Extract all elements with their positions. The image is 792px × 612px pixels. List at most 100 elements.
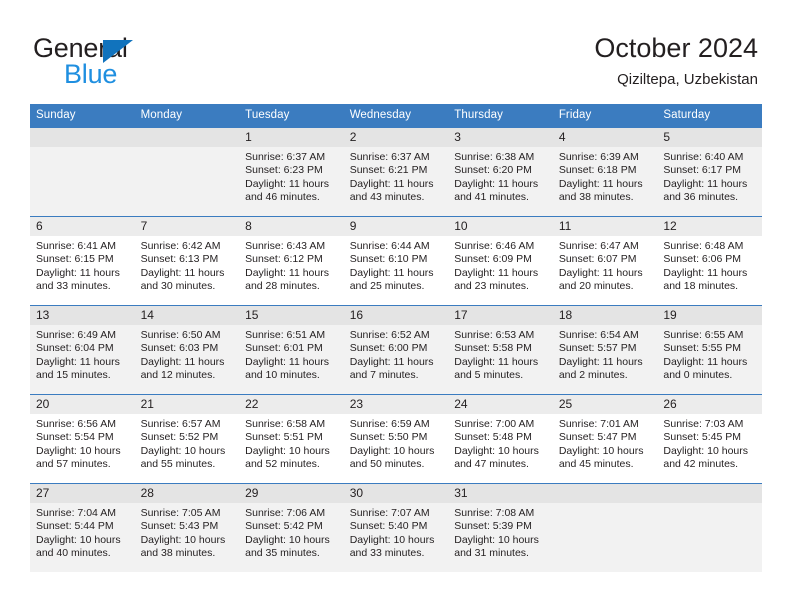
day-number: 5 (657, 128, 762, 147)
calendar-day-cell[interactable]: 22 Sunrise: 6:58 AM Sunset: 5:51 PM Dayli… (239, 394, 344, 484)
day-number: 3 (448, 128, 553, 147)
day-number: 22 (239, 395, 344, 414)
day-number (134, 128, 240, 147)
calendar-day-cell[interactable]: 18 Sunrise: 6:54 AM Sunset: 5:57 PM Dayli… (552, 305, 658, 395)
calendar-day-cell[interactable]: 19 Sunrise: 6:55 AM Sunset: 5:55 PM Dayli… (657, 305, 762, 395)
calendar-day-cell[interactable]: 14 Sunrise: 6:50 AM Sunset: 6:03 PM Dayli… (134, 305, 240, 395)
calendar-day-cell[interactable]: 25 Sunrise: 7:01 AM Sunset: 5:47 PM Dayli… (552, 394, 658, 484)
day-sun-info: Sunrise: 7:05 AM Sunset: 5:43 PM Dayligh… (140, 507, 226, 560)
weekday-header-friday: Friday (552, 104, 658, 128)
day-number: 17 (448, 306, 553, 325)
calendar-day-cell[interactable]: 30 Sunrise: 7:07 AM Sunset: 5:40 PM Dayli… (343, 483, 449, 572)
calendar-day-cell[interactable]: 8 Sunrise: 6:43 AM Sunset: 6:12 PM Daylig… (239, 216, 344, 306)
calendar-empty-cell (134, 127, 240, 217)
day-sun-info: Sunrise: 6:38 AM Sunset: 6:20 PM Dayligh… (454, 151, 539, 204)
day-sun-info: Sunrise: 6:37 AM Sunset: 6:23 PM Dayligh… (245, 151, 329, 204)
day-number: 10 (448, 217, 553, 236)
day-sun-info (553, 503, 658, 507)
page-header: General Blue October 2024 Qiziltepa, Uzb… (0, 0, 792, 103)
day-number: 24 (448, 395, 553, 414)
day-number: 1 (239, 128, 344, 147)
day-number: 21 (134, 395, 240, 414)
brand-name-blue: Blue (64, 59, 118, 89)
calendar-day-cell[interactable]: 29 Sunrise: 7:06 AM Sunset: 5:42 PM Dayli… (239, 483, 344, 572)
calendar-day-cell[interactable]: 26 Sunrise: 7:03 AM Sunset: 5:45 PM Dayli… (657, 394, 762, 484)
calendar-day-cell[interactable]: 24 Sunrise: 7:00 AM Sunset: 5:48 PM Dayli… (448, 394, 553, 484)
day-number: 29 (239, 484, 344, 503)
day-number: 28 (134, 484, 240, 503)
day-sun-info: Sunrise: 6:52 AM Sunset: 6:00 PM Dayligh… (349, 329, 434, 382)
day-sun-info (657, 503, 762, 507)
title-block: October 2024 Qiziltepa, Uzbekistan (594, 32, 758, 90)
calendar-week-row: 13 Sunrise: 6:49 AM Sunset: 6:04 PM Dayli… (30, 305, 762, 395)
page-title: October 2024 (594, 33, 758, 63)
day-number: 25 (552, 395, 658, 414)
brand-logo[interactable]: General Blue (33, 33, 253, 91)
calendar-grid: Sunday Monday Tuesday Wednesday Thursday… (30, 104, 762, 572)
calendar-week-row: 27 Sunrise: 7:04 AM Sunset: 5:44 PM Dayli… (30, 483, 762, 572)
day-sun-info: Sunrise: 6:58 AM Sunset: 5:51 PM Dayligh… (245, 418, 330, 471)
day-number: 13 (30, 306, 135, 325)
day-sun-info: Sunrise: 6:48 AM Sunset: 6:06 PM Dayligh… (663, 240, 748, 293)
day-sun-info: Sunrise: 6:49 AM Sunset: 6:04 PM Dayligh… (36, 329, 120, 382)
day-number: 11 (552, 217, 658, 236)
calendar-day-cell[interactable]: 31 Sunrise: 7:08 AM Sunset: 5:39 PM Dayli… (448, 483, 553, 572)
calendar-day-cell[interactable]: 6 Sunrise: 6:41 AM Sunset: 6:15 PM Daylig… (30, 216, 135, 306)
weekday-header-monday: Monday (134, 104, 240, 128)
day-sun-info: Sunrise: 7:03 AM Sunset: 5:45 PM Dayligh… (663, 418, 749, 471)
calendar-day-cell[interactable]: 17 Sunrise: 6:53 AM Sunset: 5:58 PM Dayli… (448, 305, 553, 395)
calendar-week-row: 1 Sunrise: 6:37 AM Sunset: 6:23 PM Daylig… (30, 127, 762, 217)
day-sun-info (30, 147, 135, 151)
calendar-day-cell[interactable]: 2 Sunrise: 6:37 AM Sunset: 6:21 PM Daylig… (343, 127, 449, 217)
day-number: 20 (30, 395, 135, 414)
calendar-day-cell[interactable]: 5 Sunrise: 6:40 AM Sunset: 6:17 PM Daylig… (657, 127, 762, 217)
calendar-day-cell[interactable]: 9 Sunrise: 6:44 AM Sunset: 6:10 PM Daylig… (343, 216, 449, 306)
day-sun-info: Sunrise: 6:59 AM Sunset: 5:50 PM Dayligh… (349, 418, 435, 471)
calendar-day-cell[interactable]: 20 Sunrise: 6:56 AM Sunset: 5:54 PM Dayli… (30, 394, 135, 484)
calendar-day-cell[interactable]: 23 Sunrise: 6:59 AM Sunset: 5:50 PM Dayli… (343, 394, 449, 484)
calendar-day-cell[interactable]: 21 Sunrise: 6:57 AM Sunset: 5:52 PM Dayli… (134, 394, 240, 484)
day-number (657, 484, 762, 503)
calendar-day-cell[interactable]: 28 Sunrise: 7:05 AM Sunset: 5:43 PM Dayli… (134, 483, 240, 572)
day-number: 18 (552, 306, 658, 325)
calendar-empty-cell (657, 483, 762, 572)
weekday-header-tuesday: Tuesday (239, 104, 344, 128)
day-sun-info: Sunrise: 6:54 AM Sunset: 5:57 PM Dayligh… (558, 329, 643, 382)
calendar-day-cell[interactable]: 16 Sunrise: 6:52 AM Sunset: 6:00 PM Dayli… (343, 305, 449, 395)
day-sun-info: Sunrise: 7:04 AM Sunset: 5:44 PM Dayligh… (36, 507, 121, 560)
day-number: 15 (239, 306, 344, 325)
day-number: 12 (657, 217, 762, 236)
calendar-page: General Blue October 2024 Qiziltepa, Uzb… (0, 0, 792, 612)
day-sun-info: Sunrise: 7:00 AM Sunset: 5:48 PM Dayligh… (454, 418, 539, 471)
calendar-day-cell[interactable]: 3 Sunrise: 6:38 AM Sunset: 6:20 PM Daylig… (448, 127, 553, 217)
day-sun-info: Sunrise: 6:41 AM Sunset: 6:15 PM Dayligh… (36, 240, 120, 293)
calendar-day-cell[interactable]: 11 Sunrise: 6:47 AM Sunset: 6:07 PM Dayli… (552, 216, 658, 306)
weekday-header-row: Sunday Monday Tuesday Wednesday Thursday… (30, 104, 762, 128)
calendar-day-cell[interactable]: 12 Sunrise: 6:48 AM Sunset: 6:06 PM Dayli… (657, 216, 762, 306)
day-number: 26 (657, 395, 762, 414)
calendar-day-cell[interactable]: 13 Sunrise: 6:49 AM Sunset: 6:04 PM Dayli… (30, 305, 135, 395)
day-sun-info: Sunrise: 6:37 AM Sunset: 6:21 PM Dayligh… (349, 151, 434, 204)
day-number: 9 (343, 217, 449, 236)
weekday-header-saturday: Saturday (657, 104, 762, 128)
day-number: 19 (657, 306, 762, 325)
day-sun-info: Sunrise: 6:53 AM Sunset: 5:58 PM Dayligh… (454, 329, 539, 382)
day-number: 16 (343, 306, 449, 325)
day-number (552, 484, 658, 503)
day-sun-info: Sunrise: 7:07 AM Sunset: 5:40 PM Dayligh… (349, 507, 435, 560)
day-number: 6 (30, 217, 135, 236)
calendar-day-cell[interactable]: 27 Sunrise: 7:04 AM Sunset: 5:44 PM Dayli… (30, 483, 135, 572)
calendar-day-cell[interactable]: 4 Sunrise: 6:39 AM Sunset: 6:18 PM Daylig… (552, 127, 658, 217)
page-subtitle: Qiziltepa, Uzbekistan (617, 71, 758, 88)
day-sun-info: Sunrise: 6:44 AM Sunset: 6:10 PM Dayligh… (349, 240, 434, 293)
day-number: 30 (343, 484, 449, 503)
day-sun-info: Sunrise: 6:40 AM Sunset: 6:17 PM Dayligh… (663, 151, 748, 204)
day-sun-info: Sunrise: 6:47 AM Sunset: 6:07 PM Dayligh… (558, 240, 643, 293)
calendar-day-cell[interactable]: 7 Sunrise: 6:42 AM Sunset: 6:13 PM Daylig… (134, 216, 240, 306)
calendar-table: Sunday Monday Tuesday Wednesday Thursday… (30, 104, 762, 572)
day-sun-info: Sunrise: 7:01 AM Sunset: 5:47 PM Dayligh… (558, 418, 644, 471)
day-number: 2 (343, 128, 449, 147)
calendar-day-cell[interactable]: 15 Sunrise: 6:51 AM Sunset: 6:01 PM Dayli… (239, 305, 344, 395)
calendar-day-cell[interactable]: 1 Sunrise: 6:37 AM Sunset: 6:23 PM Daylig… (239, 127, 344, 217)
calendar-day-cell[interactable]: 10 Sunrise: 6:46 AM Sunset: 6:09 PM Dayli… (448, 216, 553, 306)
